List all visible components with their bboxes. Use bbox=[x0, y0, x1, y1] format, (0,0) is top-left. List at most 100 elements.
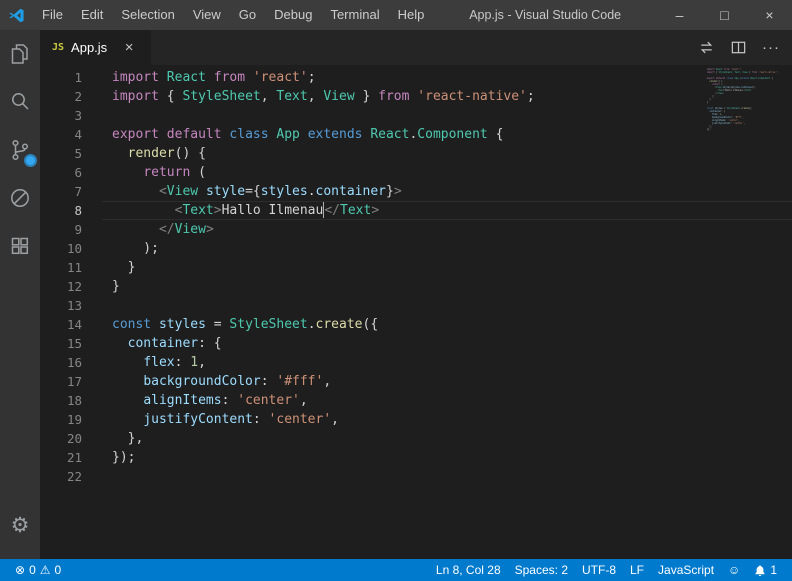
code-text: return ( bbox=[102, 163, 792, 182]
cursor-position[interactable]: Ln 8, Col 28 bbox=[429, 559, 508, 581]
minimize-button[interactable]: – bbox=[657, 0, 702, 30]
line-number[interactable]: 13 bbox=[40, 296, 102, 315]
minimap[interactable]: import React from 'react';import { Style… bbox=[707, 68, 778, 134]
status-left: ⊗ 0 ⚠ 0 bbox=[0, 559, 68, 581]
activity-item-explorer[interactable] bbox=[0, 30, 40, 78]
code-line[interactable]: 8 <Text>Hallo Ilmenau</Text> bbox=[40, 201, 792, 220]
eol-setting[interactable]: LF bbox=[623, 559, 651, 581]
language-mode[interactable]: JavaScript bbox=[651, 559, 721, 581]
code-text: <Text>Hallo Ilmenau</Text> bbox=[102, 201, 792, 220]
code-line[interactable]: 11 } bbox=[40, 258, 792, 277]
window-controls: – □ × bbox=[657, 0, 792, 30]
code-text bbox=[102, 467, 792, 486]
code-line[interactable]: 16 flex: 1, bbox=[40, 353, 792, 372]
javascript-file-icon: JS bbox=[52, 42, 64, 53]
encoding-setting[interactable]: UTF-8 bbox=[575, 559, 623, 581]
line-number[interactable]: 16 bbox=[40, 353, 102, 372]
code-text: backgroundColor: '#fff', bbox=[102, 372, 792, 391]
line-number[interactable]: 15 bbox=[40, 334, 102, 353]
code-line[interactable]: 1import React from 'react'; bbox=[40, 68, 792, 87]
menu-view[interactable]: View bbox=[184, 0, 230, 30]
feedback-smiley[interactable]: ☺ bbox=[721, 559, 747, 581]
code-line[interactable]: 17 backgroundColor: '#fff', bbox=[40, 372, 792, 391]
code-text: import React from 'react'; bbox=[102, 68, 792, 87]
line-number[interactable]: 19 bbox=[40, 410, 102, 429]
code-text bbox=[102, 296, 792, 315]
notifications-bell[interactable]: 1 bbox=[747, 559, 784, 581]
minimap-line: import { StyleSheet, Text, View } from '… bbox=[707, 71, 778, 74]
menu-debug[interactable]: Debug bbox=[265, 0, 321, 30]
close-button[interactable]: × bbox=[747, 0, 792, 30]
code-text: ); bbox=[102, 239, 792, 258]
code-line[interactable]: 19 justifyContent: 'center', bbox=[40, 410, 792, 429]
code-line[interactable]: 7 <View style={styles.container}> bbox=[40, 182, 792, 201]
line-number[interactable]: 1 bbox=[40, 68, 102, 87]
maximize-button[interactable]: □ bbox=[702, 0, 747, 30]
split-editor-icon[interactable] bbox=[730, 39, 747, 56]
line-number[interactable]: 5 bbox=[40, 144, 102, 163]
line-number[interactable]: 20 bbox=[40, 429, 102, 448]
line-number[interactable]: 11 bbox=[40, 258, 102, 277]
activity-item-extensions[interactable] bbox=[0, 222, 40, 270]
code-line[interactable]: 13 bbox=[40, 296, 792, 315]
line-number[interactable]: 12 bbox=[40, 277, 102, 296]
line-number[interactable]: 7 bbox=[40, 182, 102, 201]
code-text: <View style={styles.container}> bbox=[102, 182, 792, 201]
activity-item-debug[interactable] bbox=[0, 174, 40, 222]
line-number[interactable]: 17 bbox=[40, 372, 102, 391]
code-text bbox=[102, 106, 792, 125]
line-number[interactable]: 22 bbox=[40, 467, 102, 486]
error-count: 0 bbox=[29, 563, 36, 577]
code-line[interactable]: 14const styles = StyleSheet.create({ bbox=[40, 315, 792, 334]
line-number[interactable]: 3 bbox=[40, 106, 102, 125]
code-lines: 1import React from 'react';2import { Sty… bbox=[40, 68, 792, 486]
editor-actions: ··· bbox=[698, 30, 792, 65]
line-number[interactable]: 10 bbox=[40, 239, 102, 258]
line-number[interactable]: 2 bbox=[40, 87, 102, 106]
menu-edit[interactable]: Edit bbox=[72, 0, 112, 30]
code-line[interactable]: 20 }, bbox=[40, 429, 792, 448]
menu-help[interactable]: Help bbox=[389, 0, 434, 30]
code-line[interactable]: 2import { StyleSheet, Text, View } from … bbox=[40, 87, 792, 106]
code-line[interactable]: 18 alignItems: 'center', bbox=[40, 391, 792, 410]
line-number[interactable]: 4 bbox=[40, 125, 102, 144]
line-number[interactable]: 8 bbox=[40, 201, 102, 220]
source-control-sync-badge bbox=[24, 154, 37, 167]
code-line[interactable]: 6 return ( bbox=[40, 163, 792, 182]
indentation-setting[interactable]: Spaces: 2 bbox=[508, 559, 575, 581]
code-line[interactable]: 12} bbox=[40, 277, 792, 296]
menu-file[interactable]: File bbox=[33, 0, 72, 30]
activity-item-search[interactable] bbox=[0, 78, 40, 126]
code-text: import { StyleSheet, Text, View } from '… bbox=[102, 87, 792, 106]
code-line[interactable]: 21}); bbox=[40, 448, 792, 467]
line-number[interactable]: 21 bbox=[40, 448, 102, 467]
editor[interactable]: 1import React from 'react';2import { Sty… bbox=[40, 65, 792, 559]
menu-go[interactable]: Go bbox=[230, 0, 265, 30]
line-number[interactable]: 18 bbox=[40, 391, 102, 410]
problems-indicator[interactable]: ⊗ 0 ⚠ 0 bbox=[8, 559, 68, 581]
code-line[interactable]: 3 bbox=[40, 106, 792, 125]
code-text: flex: 1, bbox=[102, 353, 792, 372]
code-line[interactable]: 4export default class App extends React.… bbox=[40, 125, 792, 144]
line-number[interactable]: 9 bbox=[40, 220, 102, 239]
activity-item-source-control[interactable] bbox=[0, 126, 40, 174]
tab-appjs[interactable]: JS App.js × bbox=[40, 30, 152, 65]
menu-bar: FileEditSelectionViewGoDebugTerminalHelp bbox=[33, 0, 433, 30]
line-number[interactable]: 14 bbox=[40, 315, 102, 334]
more-actions-icon[interactable]: ··· bbox=[762, 40, 780, 55]
code-line[interactable]: 15 container: { bbox=[40, 334, 792, 353]
code-line[interactable]: 10 ); bbox=[40, 239, 792, 258]
code-text: render() { bbox=[102, 144, 792, 163]
code-text: export default class App extends React.C… bbox=[102, 125, 792, 144]
menu-selection[interactable]: Selection bbox=[112, 0, 183, 30]
code-line[interactable]: 22 bbox=[40, 467, 792, 486]
status-right: Ln 8, Col 28 Spaces: 2 UTF-8 LF JavaScri… bbox=[429, 559, 792, 581]
settings-button[interactable]: ⚙ bbox=[0, 501, 40, 549]
tab-close-icon[interactable]: × bbox=[120, 39, 138, 56]
code-line[interactable]: 5 render() { bbox=[40, 144, 792, 163]
swap-arrows-icon[interactable] bbox=[698, 39, 715, 56]
code-text: const styles = StyleSheet.create({ bbox=[102, 315, 792, 334]
code-line[interactable]: 9 </View> bbox=[40, 220, 792, 239]
menu-terminal[interactable]: Terminal bbox=[321, 0, 388, 30]
line-number[interactable]: 6 bbox=[40, 163, 102, 182]
